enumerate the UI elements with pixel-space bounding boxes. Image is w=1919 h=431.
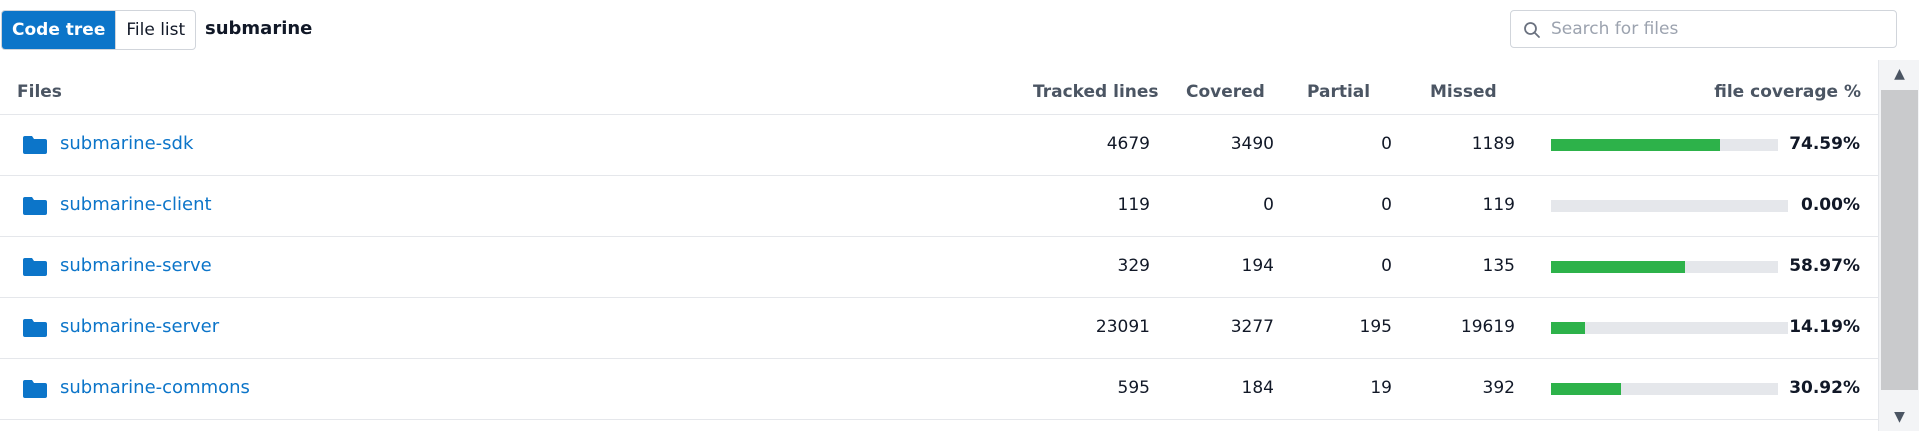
chevron-down-icon[interactable]: ▼ xyxy=(1879,403,1919,431)
folder-icon xyxy=(23,258,47,276)
scrollbar[interactable]: ▲ ▼ xyxy=(1878,60,1919,431)
coverage-bar-fill xyxy=(1551,139,1721,151)
folder-icon xyxy=(23,380,47,398)
table-row[interactable]: submarine-serve 329 194 0 135 58.97% xyxy=(0,237,1878,298)
tab-file-list[interactable]: File list xyxy=(115,11,195,49)
folder-icon xyxy=(23,197,47,215)
file-name-link[interactable]: submarine-server xyxy=(60,316,219,337)
covered-value: 3277 xyxy=(1230,317,1274,337)
scroll-thumb[interactable] xyxy=(1881,90,1918,390)
coverage-bar-fill xyxy=(1551,383,1622,395)
header-partial: Partial xyxy=(1307,82,1371,102)
toolbar: Code tree File list submarine xyxy=(0,0,1919,60)
missed-value: 19619 xyxy=(1460,317,1515,337)
covered-value: 194 xyxy=(1241,256,1274,276)
partial-value: 0 xyxy=(1381,256,1392,276)
partial-value: 195 xyxy=(1359,317,1392,337)
view-toggle: Code tree File list xyxy=(1,10,197,50)
coverage-percent: 0.00% xyxy=(1801,195,1860,215)
header-missed: Missed xyxy=(1430,82,1497,102)
missed-value: 135 xyxy=(1482,256,1515,276)
header-covered: Covered xyxy=(1186,82,1265,102)
page-title: submarine xyxy=(205,18,313,39)
coverage-percent: 74.59% xyxy=(1789,134,1860,154)
folder-icon xyxy=(23,319,47,337)
missed-value: 392 xyxy=(1482,378,1515,398)
coverage-bar xyxy=(1551,383,1778,395)
tab-code-tree[interactable]: Code tree xyxy=(2,11,116,49)
coverage-percent: 30.92% xyxy=(1789,378,1860,398)
partial-value: 0 xyxy=(1381,134,1392,154)
table-header: Files Tracked lines Covered Partial Miss… xyxy=(0,70,1878,115)
coverage-table: Files Tracked lines Covered Partial Miss… xyxy=(0,70,1878,431)
header-tracked-lines: Tracked lines xyxy=(1033,82,1159,102)
table-row[interactable]: submarine-server 23091 3277 195 19619 14.19% xyxy=(0,298,1878,359)
search-box[interactable] xyxy=(1510,10,1897,48)
covered-value: 184 xyxy=(1241,378,1274,398)
partial-value: 19 xyxy=(1370,378,1392,398)
tracked-lines-value: 4679 xyxy=(1106,134,1150,154)
search-input[interactable] xyxy=(1545,11,1897,47)
chevron-up-icon[interactable]: ▲ xyxy=(1879,60,1919,88)
coverage-percent: 14.19% xyxy=(1789,317,1860,337)
folder-icon xyxy=(23,136,47,154)
covered-value: 3490 xyxy=(1230,134,1274,154)
covered-value: 0 xyxy=(1263,195,1274,215)
tracked-lines-value: 329 xyxy=(1117,256,1150,276)
coverage-bar-fill xyxy=(1551,261,1685,273)
coverage-bar-fill xyxy=(1551,322,1585,334)
coverage-percent: 58.97% xyxy=(1789,256,1860,276)
partial-value: 0 xyxy=(1381,195,1392,215)
table-row[interactable]: submarine-sdk 4679 3490 0 1189 74.59% xyxy=(0,115,1878,176)
coverage-bar xyxy=(1551,261,1778,273)
tracked-lines-value: 119 xyxy=(1117,195,1150,215)
table-row[interactable]: submarine-commons 595 184 19 392 30.92% xyxy=(0,359,1878,420)
file-name-link[interactable]: submarine-client xyxy=(60,194,212,215)
tracked-lines-value: 595 xyxy=(1117,378,1150,398)
coverage-bar xyxy=(1551,139,1778,151)
header-file-coverage: file coverage % xyxy=(1714,82,1861,102)
table-row[interactable]: submarine-client 119 0 0 119 0.00% xyxy=(0,176,1878,237)
file-name-link[interactable]: submarine-sdk xyxy=(60,133,193,154)
tracked-lines-value: 23091 xyxy=(1095,317,1150,337)
file-name-link[interactable]: submarine-commons xyxy=(60,377,250,398)
missed-value: 119 xyxy=(1482,195,1515,215)
file-name-link[interactable]: submarine-serve xyxy=(60,255,212,276)
missed-value: 1189 xyxy=(1471,134,1515,154)
header-files: Files xyxy=(17,82,62,102)
search-icon xyxy=(1524,22,1540,38)
